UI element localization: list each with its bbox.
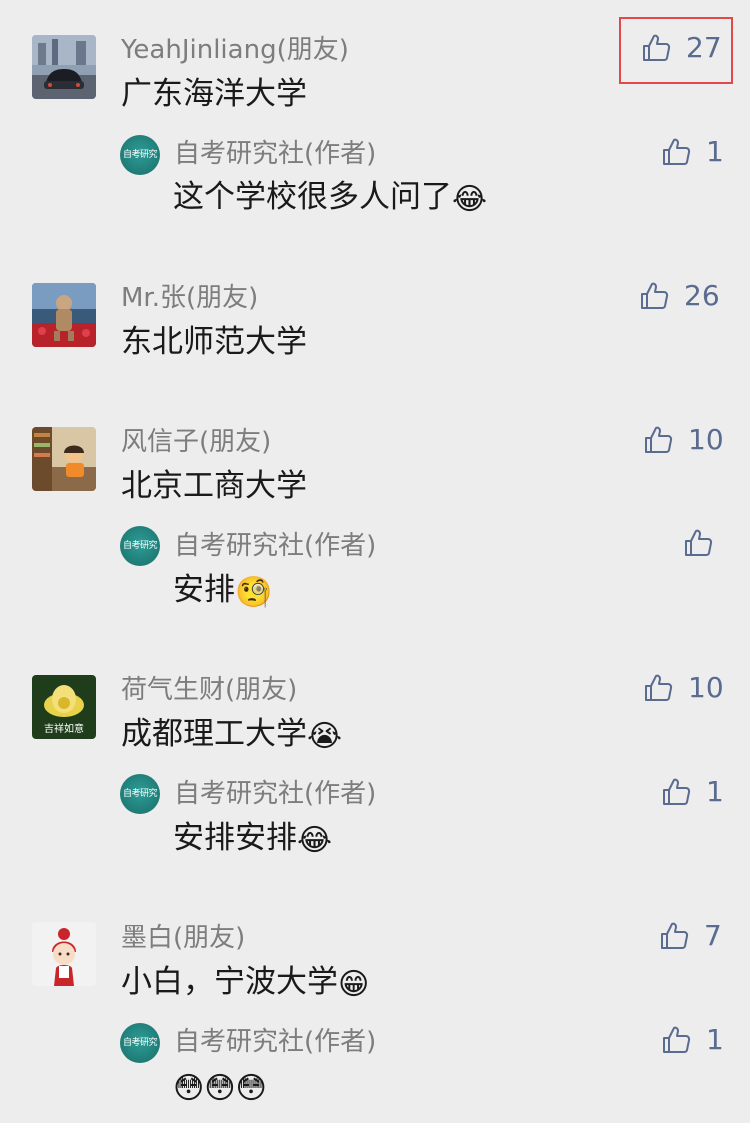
thumbs-up-icon bbox=[658, 920, 690, 952]
laughing-tears-emoji: 😂 bbox=[452, 182, 488, 217]
comment-text: 成都理工大学😭 bbox=[121, 714, 342, 757]
reply-author-name[interactable]: 自考研究社(作者) bbox=[174, 1026, 376, 1058]
like-button[interactable]: 27 bbox=[640, 32, 722, 64]
author-avatar[interactable]: 自考研究社 bbox=[120, 135, 160, 175]
reply-like-button[interactable]: 1 bbox=[660, 136, 724, 168]
like-button[interactable]: 7 bbox=[658, 920, 722, 952]
thumbs-up-icon bbox=[682, 527, 714, 559]
reply-like-button[interactable]: 1 bbox=[660, 776, 724, 808]
flushed-emoji: 😳😳😳 bbox=[173, 1071, 267, 1106]
commenter-name[interactable]: 荷气生财(朋友) bbox=[121, 674, 297, 706]
commenter-name[interactable]: Mr.张(朋友) bbox=[121, 282, 258, 314]
reply-like-count: 1 bbox=[706, 1023, 724, 1056]
author-avatar[interactable]: 自考研究社 bbox=[120, 526, 160, 566]
reply-text: 😳😳😳 bbox=[173, 1066, 267, 1109]
reply-text: 这个学校很多人问了😂 bbox=[173, 177, 487, 220]
comment-text: 北京工商大学 bbox=[121, 468, 307, 504]
thumbs-up-icon bbox=[642, 424, 674, 456]
crying-emoji: 😭 bbox=[307, 719, 343, 754]
laughing-tears-emoji: 😂 bbox=[297, 823, 333, 858]
reply-like-count: 1 bbox=[706, 775, 724, 808]
thumbs-up-icon bbox=[640, 32, 672, 64]
avatar-caption: 吉祥如意 bbox=[44, 724, 84, 735]
commenter-name[interactable]: 墨白(朋友) bbox=[121, 922, 245, 954]
comment-text-content: 成都理工大学 bbox=[121, 716, 307, 752]
like-count: 27 bbox=[686, 31, 722, 64]
like-count: 7 bbox=[704, 919, 722, 952]
reply-text-content: 安排安排 bbox=[173, 820, 297, 856]
reply-like-count: 1 bbox=[706, 135, 724, 168]
thumbs-up-icon bbox=[660, 136, 692, 168]
reply-author-name[interactable]: 自考研究社(作者) bbox=[174, 530, 376, 562]
like-button[interactable]: 10 bbox=[642, 672, 724, 704]
reply-like-button[interactable]: 1 bbox=[660, 1024, 724, 1056]
reply-author-name[interactable]: 自考研究社(作者) bbox=[174, 778, 376, 810]
reply-text-content: 安排 bbox=[173, 572, 235, 608]
comment-text-content: 小白，宁波大学 bbox=[121, 964, 338, 1000]
comment-text: 小白，宁波大学😁 bbox=[121, 962, 369, 1005]
user-avatar[interactable] bbox=[32, 922, 96, 986]
user-avatar[interactable]: 吉祥如意 bbox=[32, 675, 96, 739]
author-avatar[interactable]: 自考研究社 bbox=[120, 1023, 160, 1063]
grinning-emoji: 😁 bbox=[338, 967, 370, 1002]
like-button[interactable]: 10 bbox=[642, 424, 724, 456]
reply-text: 安排🧐 bbox=[173, 570, 272, 613]
commenter-name[interactable]: YeahJinliang(朋友) bbox=[121, 34, 349, 66]
reply-text-content: 这个学校很多人问了 bbox=[173, 179, 452, 215]
thinking-emoji: 🧐 bbox=[235, 575, 273, 610]
author-avatar[interactable]: 自考研究社 bbox=[120, 774, 160, 814]
like-count: 26 bbox=[684, 279, 720, 312]
user-avatar[interactable] bbox=[32, 283, 96, 347]
comment-text: 东北师范大学 bbox=[121, 324, 307, 360]
reply-like-button[interactable] bbox=[682, 527, 728, 559]
reply-author-name[interactable]: 自考研究社(作者) bbox=[174, 138, 376, 170]
thumbs-up-icon bbox=[638, 280, 670, 312]
thumbs-up-icon bbox=[642, 672, 674, 704]
thumbs-up-icon bbox=[660, 776, 692, 808]
reply-text: 安排安排😂 bbox=[173, 818, 332, 861]
like-count: 10 bbox=[688, 671, 724, 704]
thumbs-up-icon bbox=[660, 1024, 692, 1056]
like-count: 10 bbox=[688, 423, 724, 456]
commenter-name[interactable]: 风信子(朋友) bbox=[121, 426, 271, 458]
user-avatar[interactable] bbox=[32, 35, 96, 99]
comment-text: 广东海洋大学 bbox=[121, 76, 307, 112]
user-avatar[interactable] bbox=[32, 427, 96, 491]
like-button[interactable]: 26 bbox=[638, 280, 720, 312]
